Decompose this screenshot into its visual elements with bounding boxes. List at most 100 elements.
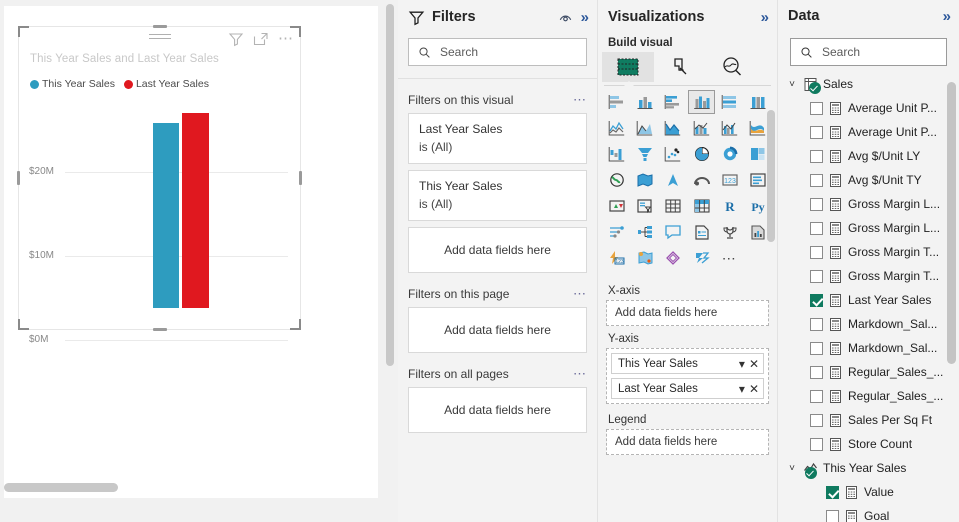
gallery-icon-table[interactable] bbox=[660, 194, 686, 218]
focus-mode-icon[interactable] bbox=[253, 31, 269, 47]
data-group-this-year-sales[interactable]: ˅ This Year Sales bbox=[778, 456, 959, 480]
field-checkbox[interactable] bbox=[810, 173, 823, 187]
filters-page-dropzone[interactable]: Add data fields here bbox=[408, 307, 587, 353]
field-checkbox[interactable] bbox=[810, 437, 823, 451]
legend-item-1[interactable]: Last Year Sales bbox=[123, 78, 209, 90]
resize-handle-bl-h[interactable] bbox=[18, 328, 29, 330]
gallery-icon-waterfall-chart[interactable] bbox=[604, 142, 630, 166]
field-checkbox[interactable] bbox=[810, 149, 823, 163]
filter-icon[interactable] bbox=[228, 31, 244, 47]
field-checkbox[interactable] bbox=[810, 245, 823, 259]
legend-dropzone[interactable]: Add data fields here bbox=[606, 429, 769, 455]
gallery-icon-line-and-stacked-column-chart[interactable] bbox=[688, 116, 714, 140]
chevron-down-icon[interactable]: ˅ bbox=[786, 79, 798, 90]
gallery-icon-q-and-a[interactable] bbox=[660, 220, 686, 244]
tab-build-visual[interactable] bbox=[602, 52, 654, 82]
gallery-icon-funnel-chart[interactable] bbox=[632, 142, 658, 166]
data-field-row[interactable]: Avg $/Unit TY bbox=[778, 168, 959, 192]
filters-search-box[interactable]: Search bbox=[408, 38, 587, 66]
gallery-icon-arcgis-maps[interactable] bbox=[632, 246, 658, 270]
data-field-row[interactable]: Avg $/Unit LY bbox=[778, 144, 959, 168]
canvas-hscroll-thumb[interactable] bbox=[4, 483, 118, 492]
data-field-row[interactable]: Regular_Sales_... bbox=[778, 360, 959, 384]
field-checkbox[interactable] bbox=[810, 221, 823, 235]
tab-format-visual[interactable] bbox=[654, 52, 706, 82]
field-checkbox[interactable] bbox=[810, 413, 823, 427]
data-search-box[interactable]: Search bbox=[790, 38, 947, 66]
gallery-icon-line-chart[interactable] bbox=[604, 116, 630, 140]
gallery-icon-paginated-report[interactable] bbox=[717, 220, 743, 244]
field-checkbox[interactable] bbox=[826, 509, 839, 522]
filter-card-last-year-sales[interactable]: Last Year Sales is (All) bbox=[408, 113, 587, 164]
gallery-icon-stacked-column-chart[interactable] bbox=[632, 90, 658, 114]
chevron-double-right-icon[interactable]: » bbox=[581, 10, 589, 25]
chevron-double-right-icon[interactable]: » bbox=[761, 10, 769, 25]
chevron-down-icon[interactable]: ˅ bbox=[786, 463, 798, 474]
data-field-row[interactable]: Markdown_Sal... bbox=[778, 336, 959, 360]
canvas-vscroll-thumb[interactable] bbox=[386, 4, 394, 366]
gallery-icon-more-visuals[interactable]: ⋯ bbox=[717, 246, 743, 270]
gallery-icon-area-chart[interactable] bbox=[632, 116, 658, 140]
chart-visual-container[interactable]: ⋯ This Year Sales and Last Year Sales Th… bbox=[17, 25, 302, 345]
chevron-double-right-icon[interactable]: » bbox=[943, 9, 951, 24]
gallery-icon-azure-map[interactable] bbox=[660, 168, 686, 192]
gallery-icon-scatter-chart[interactable] bbox=[660, 142, 686, 166]
data-field-row[interactable]: Gross Margin T... bbox=[778, 264, 959, 288]
chevron-down-icon[interactable]: ▾ bbox=[739, 358, 745, 370]
data-field-row-value[interactable]: Value bbox=[778, 480, 959, 504]
field-checkbox[interactable] bbox=[810, 197, 823, 211]
filters-visual-dropzone[interactable]: Add data fields here bbox=[408, 227, 587, 273]
data-field-row[interactable]: Gross Margin L... bbox=[778, 216, 959, 240]
more-options-icon[interactable]: ⋯ bbox=[278, 31, 294, 46]
x-axis-dropzone[interactable]: Add data fields here bbox=[606, 300, 769, 326]
field-checkbox[interactable] bbox=[810, 269, 823, 283]
gallery-icon-clustered-bar-chart[interactable] bbox=[660, 90, 686, 114]
chart-plot-area[interactable]: $0M $10M $20M bbox=[19, 97, 300, 345]
y-axis-field-pill[interactable]: Last Year Sales ▾ ✕ bbox=[611, 378, 764, 399]
filter-card-this-year-sales[interactable]: This Year Sales is (All) bbox=[408, 170, 587, 221]
gallery-icon-100-percent-stacked-bar-chart[interactable] bbox=[717, 90, 743, 114]
filters-all-pages-more-icon[interactable]: ⋯ bbox=[573, 367, 587, 380]
bar-last-year-sales[interactable] bbox=[182, 113, 209, 308]
gallery-icon-clustered-column-chart[interactable] bbox=[688, 90, 715, 114]
gallery-icon-pie-chart[interactable] bbox=[688, 142, 714, 166]
field-checkbox[interactable] bbox=[810, 293, 823, 307]
eye-icon[interactable] bbox=[557, 9, 574, 26]
filters-page-more-icon[interactable]: ⋯ bbox=[573, 287, 587, 300]
data-pane-scrollbar[interactable] bbox=[947, 82, 956, 518]
gallery-icon-stacked-area-chart[interactable] bbox=[660, 116, 686, 140]
field-checkbox[interactable] bbox=[810, 125, 823, 139]
field-checkbox[interactable] bbox=[810, 317, 823, 331]
y-axis-field-pill[interactable]: This Year Sales ▾ ✕ bbox=[611, 353, 764, 374]
data-field-row-last-year-sales[interactable]: Last Year Sales bbox=[778, 288, 959, 312]
field-checkbox[interactable] bbox=[810, 341, 823, 355]
data-field-row[interactable]: Store Count bbox=[778, 432, 959, 456]
tab-analytics[interactable] bbox=[706, 52, 758, 82]
gallery-icon-donut-chart[interactable] bbox=[717, 142, 743, 166]
y-axis-dropzone[interactable]: This Year Sales ▾ ✕ Last Year Sales ▾ ✕ bbox=[606, 348, 769, 404]
gallery-icon-card[interactable]: 123 bbox=[717, 168, 743, 192]
field-checkbox[interactable] bbox=[810, 389, 823, 403]
filters-visual-more-icon[interactable]: ⋯ bbox=[573, 93, 587, 106]
data-field-row[interactable]: Regular_Sales_... bbox=[778, 384, 959, 408]
gallery-icon-narrative[interactable] bbox=[688, 220, 714, 244]
gallery-icon-arcgis-map[interactable] bbox=[688, 168, 714, 192]
bar-this-year-sales[interactable] bbox=[153, 123, 179, 308]
data-table-sales[interactable]: ˅ Sales bbox=[778, 72, 959, 96]
data-field-row[interactable]: Average Unit P... bbox=[778, 96, 959, 120]
gallery-icon-visio[interactable] bbox=[660, 246, 686, 270]
data-field-row[interactable]: Gross Margin T... bbox=[778, 240, 959, 264]
gallery-icon-slicer[interactable] bbox=[632, 194, 658, 218]
drag-grip-icon[interactable] bbox=[148, 34, 171, 43]
resize-handle-bottom[interactable] bbox=[152, 328, 167, 331]
gallery-icon-decomposition-tree[interactable] bbox=[632, 220, 658, 244]
visualizations-scrollbar[interactable] bbox=[767, 110, 775, 310]
filters-all-pages-dropzone[interactable]: Add data fields here bbox=[408, 387, 587, 433]
field-checkbox[interactable] bbox=[826, 485, 839, 499]
gallery-icon-power-automate[interactable]: 123 bbox=[604, 246, 630, 270]
report-page[interactable]: ⋯ This Year Sales and Last Year Sales Th… bbox=[4, 6, 378, 498]
field-checkbox[interactable] bbox=[810, 101, 823, 115]
gallery-icon-power-apps[interactable] bbox=[688, 246, 714, 270]
data-pane-scroll-thumb[interactable] bbox=[947, 82, 956, 364]
data-field-row[interactable]: Markdown_Sal... bbox=[778, 312, 959, 336]
